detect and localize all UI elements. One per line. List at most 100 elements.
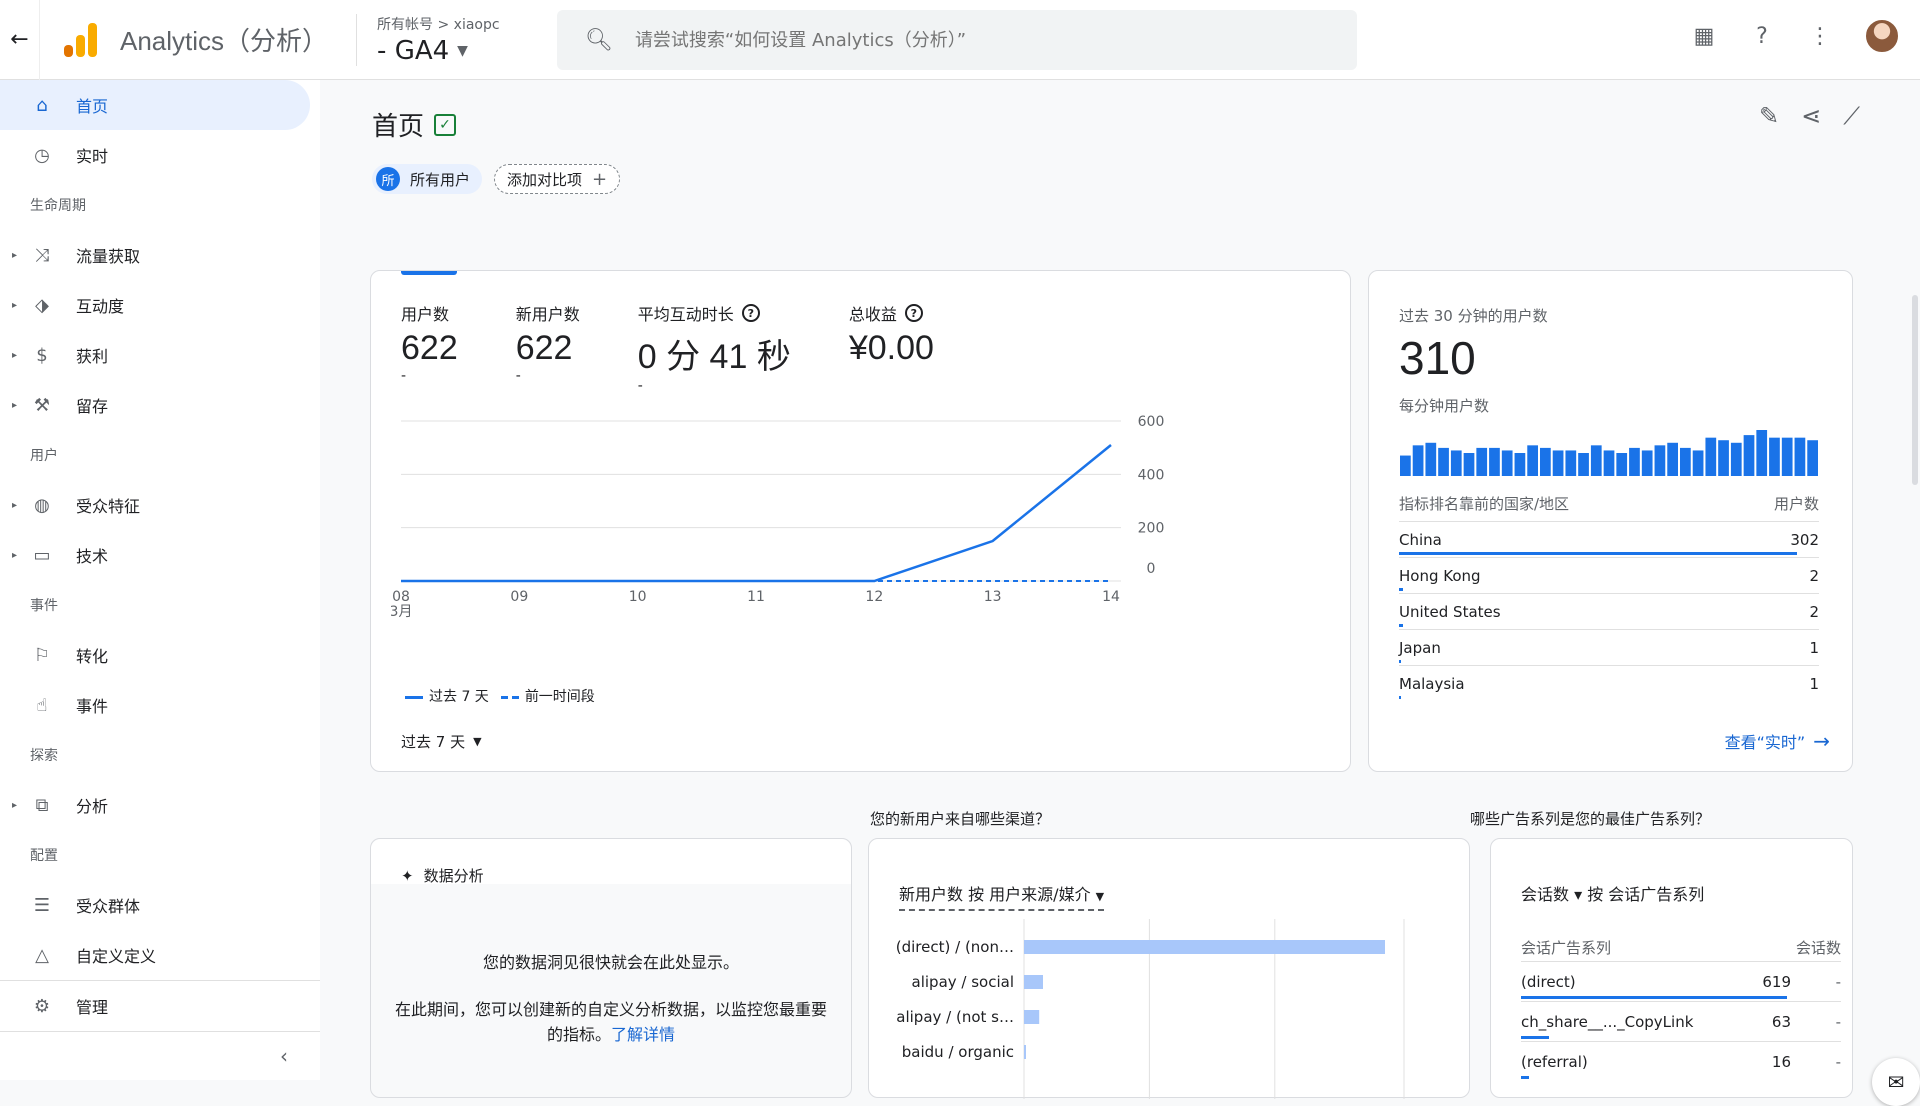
account-picker[interactable]: 所有帐号 > xiaopc - GA4 ▼ [356, 13, 500, 66]
per-minute-bar [1807, 440, 1818, 476]
channel-label: alipay / social [912, 973, 1014, 991]
per-minute-bar [1527, 445, 1538, 476]
account-breadcrumb: 所有帐号 > xiaopc [377, 16, 500, 33]
engagement-icon: ⬗ [35, 294, 49, 316]
feedback-icon[interactable]: ✉ [1872, 1058, 1920, 1106]
sidebar-item-home[interactable]: ⌂ 首页 [0, 80, 310, 130]
x-tick-label: 14 [1102, 589, 1120, 605]
all-users-chip[interactable]: 所所有用户 [372, 164, 483, 194]
expand-arrow-icon: ▸ [12, 249, 18, 261]
sidebar-item-demographics[interactable]: ▸ ◍ 受众特征 [0, 480, 320, 530]
legend-previous: 前一时间段 [500, 686, 595, 706]
chart-legend: 过去 7 天 前一时间段 [405, 686, 595, 706]
share-icon[interactable]: ⋖ [1801, 102, 1821, 130]
sidebar-item-analysis[interactable]: ▸ ⧉ 分析 [0, 780, 320, 830]
share-bar [1399, 696, 1402, 699]
share-bar [1399, 588, 1404, 591]
per-minute-bar [1667, 442, 1678, 476]
campaign-metric-dropdown[interactable]: 会话数 ▾ 按 会话广告系列 [1521, 881, 1704, 905]
sidebar-item-conversions[interactable]: ⚐ 转化 [0, 630, 320, 680]
globe-icon: ◍ [34, 494, 50, 516]
country-users: 2 [1809, 602, 1819, 621]
per-minute-bar [1412, 445, 1424, 476]
per-minute-bar [1590, 445, 1602, 476]
x-tick-label: 10 [629, 589, 647, 605]
home-icon: ⌂ [36, 94, 48, 116]
per-minute-bar [1616, 453, 1628, 476]
search-bar[interactable]: 🔍︎ [557, 10, 1357, 70]
per-minute-bar [1794, 437, 1806, 476]
sidebar-item-audiences[interactable]: ☰ 受众群体 [0, 880, 320, 930]
campaign-delta: - [1835, 1052, 1841, 1071]
active-tab-indicator [401, 271, 457, 275]
metric-users[interactable]: 用户数 622 - [401, 301, 458, 394]
apps-grid-icon[interactable]: ▦ [1690, 22, 1718, 50]
sidebar: ⌂ 首页 ◷ 实时 生命周期 ▸ ⤨ 流量获取 ▸ ⬗ 互动度 ▸ $ 获利 ▸ ⚒ 留存 用户 ▸… [0, 80, 320, 1080]
sidebar-item-realtime[interactable]: ◷ 实时 [0, 130, 320, 180]
campaigns-question: 哪些广告系列是您的最佳广告系列？ [1470, 810, 1711, 828]
help-icon[interactable]: ? [741, 304, 760, 322]
metric-new-users[interactable]: 新用户数 622 - [516, 301, 580, 394]
monetization-icon: $ [36, 344, 48, 366]
sidebar-item-monetization[interactable]: ▸ $ 获利 [0, 330, 320, 380]
per-minute-bar [1629, 447, 1640, 476]
legend-current: 过去 7 天 [405, 686, 489, 706]
sidebar-item-acquisition[interactable]: ▸ ⤨ 流量获取 [0, 230, 320, 280]
scrollbar[interactable] [1912, 295, 1918, 485]
page-title: 首页 ✓ [372, 106, 457, 143]
avatar[interactable] [1864, 18, 1900, 54]
sidebar-item-engagement[interactable]: ▸ ⬗ 互动度 [0, 280, 320, 330]
per-minute-bar [1705, 437, 1717, 476]
gear-icon: ⚙ [33, 995, 51, 1017]
retention-icon: ⚒ [33, 394, 51, 416]
table-row: China 302 [1399, 521, 1819, 557]
help-icon[interactable]: ? [1748, 22, 1776, 50]
edit-report-icon[interactable]: ✎ [1759, 102, 1779, 130]
campaigns-card: 会话数 ▾ 按 会话广告系列 会话广告系列 会话数 (direct) 619- ch… [1490, 838, 1853, 1098]
country-name: Japan [1399, 638, 1441, 657]
channel-bar [1024, 940, 1385, 954]
add-comparison-button[interactable]: 添加对比项 + [494, 164, 621, 194]
insights-icon[interactable]: ⟋ [1843, 102, 1860, 130]
per-minute-bar [1730, 442, 1742, 476]
campaign-name: ch_share__..._CopyLink [1521, 1012, 1694, 1031]
metric-total-revenue[interactable]: 总收益? ¥0.00 [849, 301, 934, 394]
per-minute-bar [1463, 453, 1475, 476]
sidebar-item-tech[interactable]: ▸ ▭ 技术 [0, 530, 320, 580]
collapse-sidebar-icon[interactable]: ‹ [280, 1044, 288, 1068]
channel-bar [1024, 1010, 1040, 1024]
per-minute-bar [1718, 440, 1729, 476]
search-input[interactable] [634, 29, 1315, 51]
shapes-icon: △ [35, 944, 49, 966]
sidebar-item-events[interactable]: ☝ 事件 [0, 680, 320, 730]
sidebar-item-retention[interactable]: ▸ ⚒ 留存 [0, 380, 320, 430]
per-minute-bar [1743, 435, 1755, 476]
per-minute-bar [1552, 450, 1564, 476]
back-arrow-icon[interactable]: ← [0, 0, 40, 80]
campaign-column-header: 会话广告系列 [1521, 939, 1612, 957]
more-vert-icon[interactable]: ⋮ [1806, 22, 1834, 50]
view-realtime-link[interactable]: 查看“实时” → [1725, 729, 1830, 753]
sidebar-item-custom-definitions[interactable]: △ 自定义定义 [0, 930, 320, 980]
metric-engagement-time[interactable]: 平均互动时长? 0 分 41 秒 - [638, 301, 791, 394]
channels-dimension-dropdown[interactable]: 新用户数 按 用户来源/媒介 ▼ [899, 881, 1105, 911]
help-icon[interactable]: ? [904, 304, 923, 322]
sidebar-item-admin[interactable]: ⚙ 管理 [0, 981, 320, 1031]
date-range-dropdown[interactable]: 过去 7 天 ▼ [401, 731, 482, 752]
channel-bar [1024, 975, 1043, 989]
x-tick-label: 08 [392, 589, 410, 605]
clock-icon: ◷ [34, 144, 50, 166]
country-column-header: 指标排名靠前的国家/地区 [1399, 495, 1570, 513]
per-minute-bar [1450, 450, 1462, 476]
analytics-logo-icon[interactable] [64, 22, 98, 57]
per-minute-bar [1425, 442, 1437, 476]
campaign-name: (referral) [1521, 1052, 1588, 1071]
insights-card: ✦ 数据分析 您的数据洞见很快就会在此处显示。 在此期间，您可以创建新的自定义分析… [370, 838, 852, 1098]
per-minute-bar [1692, 450, 1704, 476]
plus-icon: + [592, 168, 608, 190]
touch-icon: ☝ [36, 694, 48, 716]
per-minute-bar [1565, 450, 1577, 476]
series-current-line [401, 444, 1112, 583]
learn-more-link[interactable]: 了解详情 [611, 1025, 675, 1044]
table-row: United States 2 [1399, 593, 1819, 629]
